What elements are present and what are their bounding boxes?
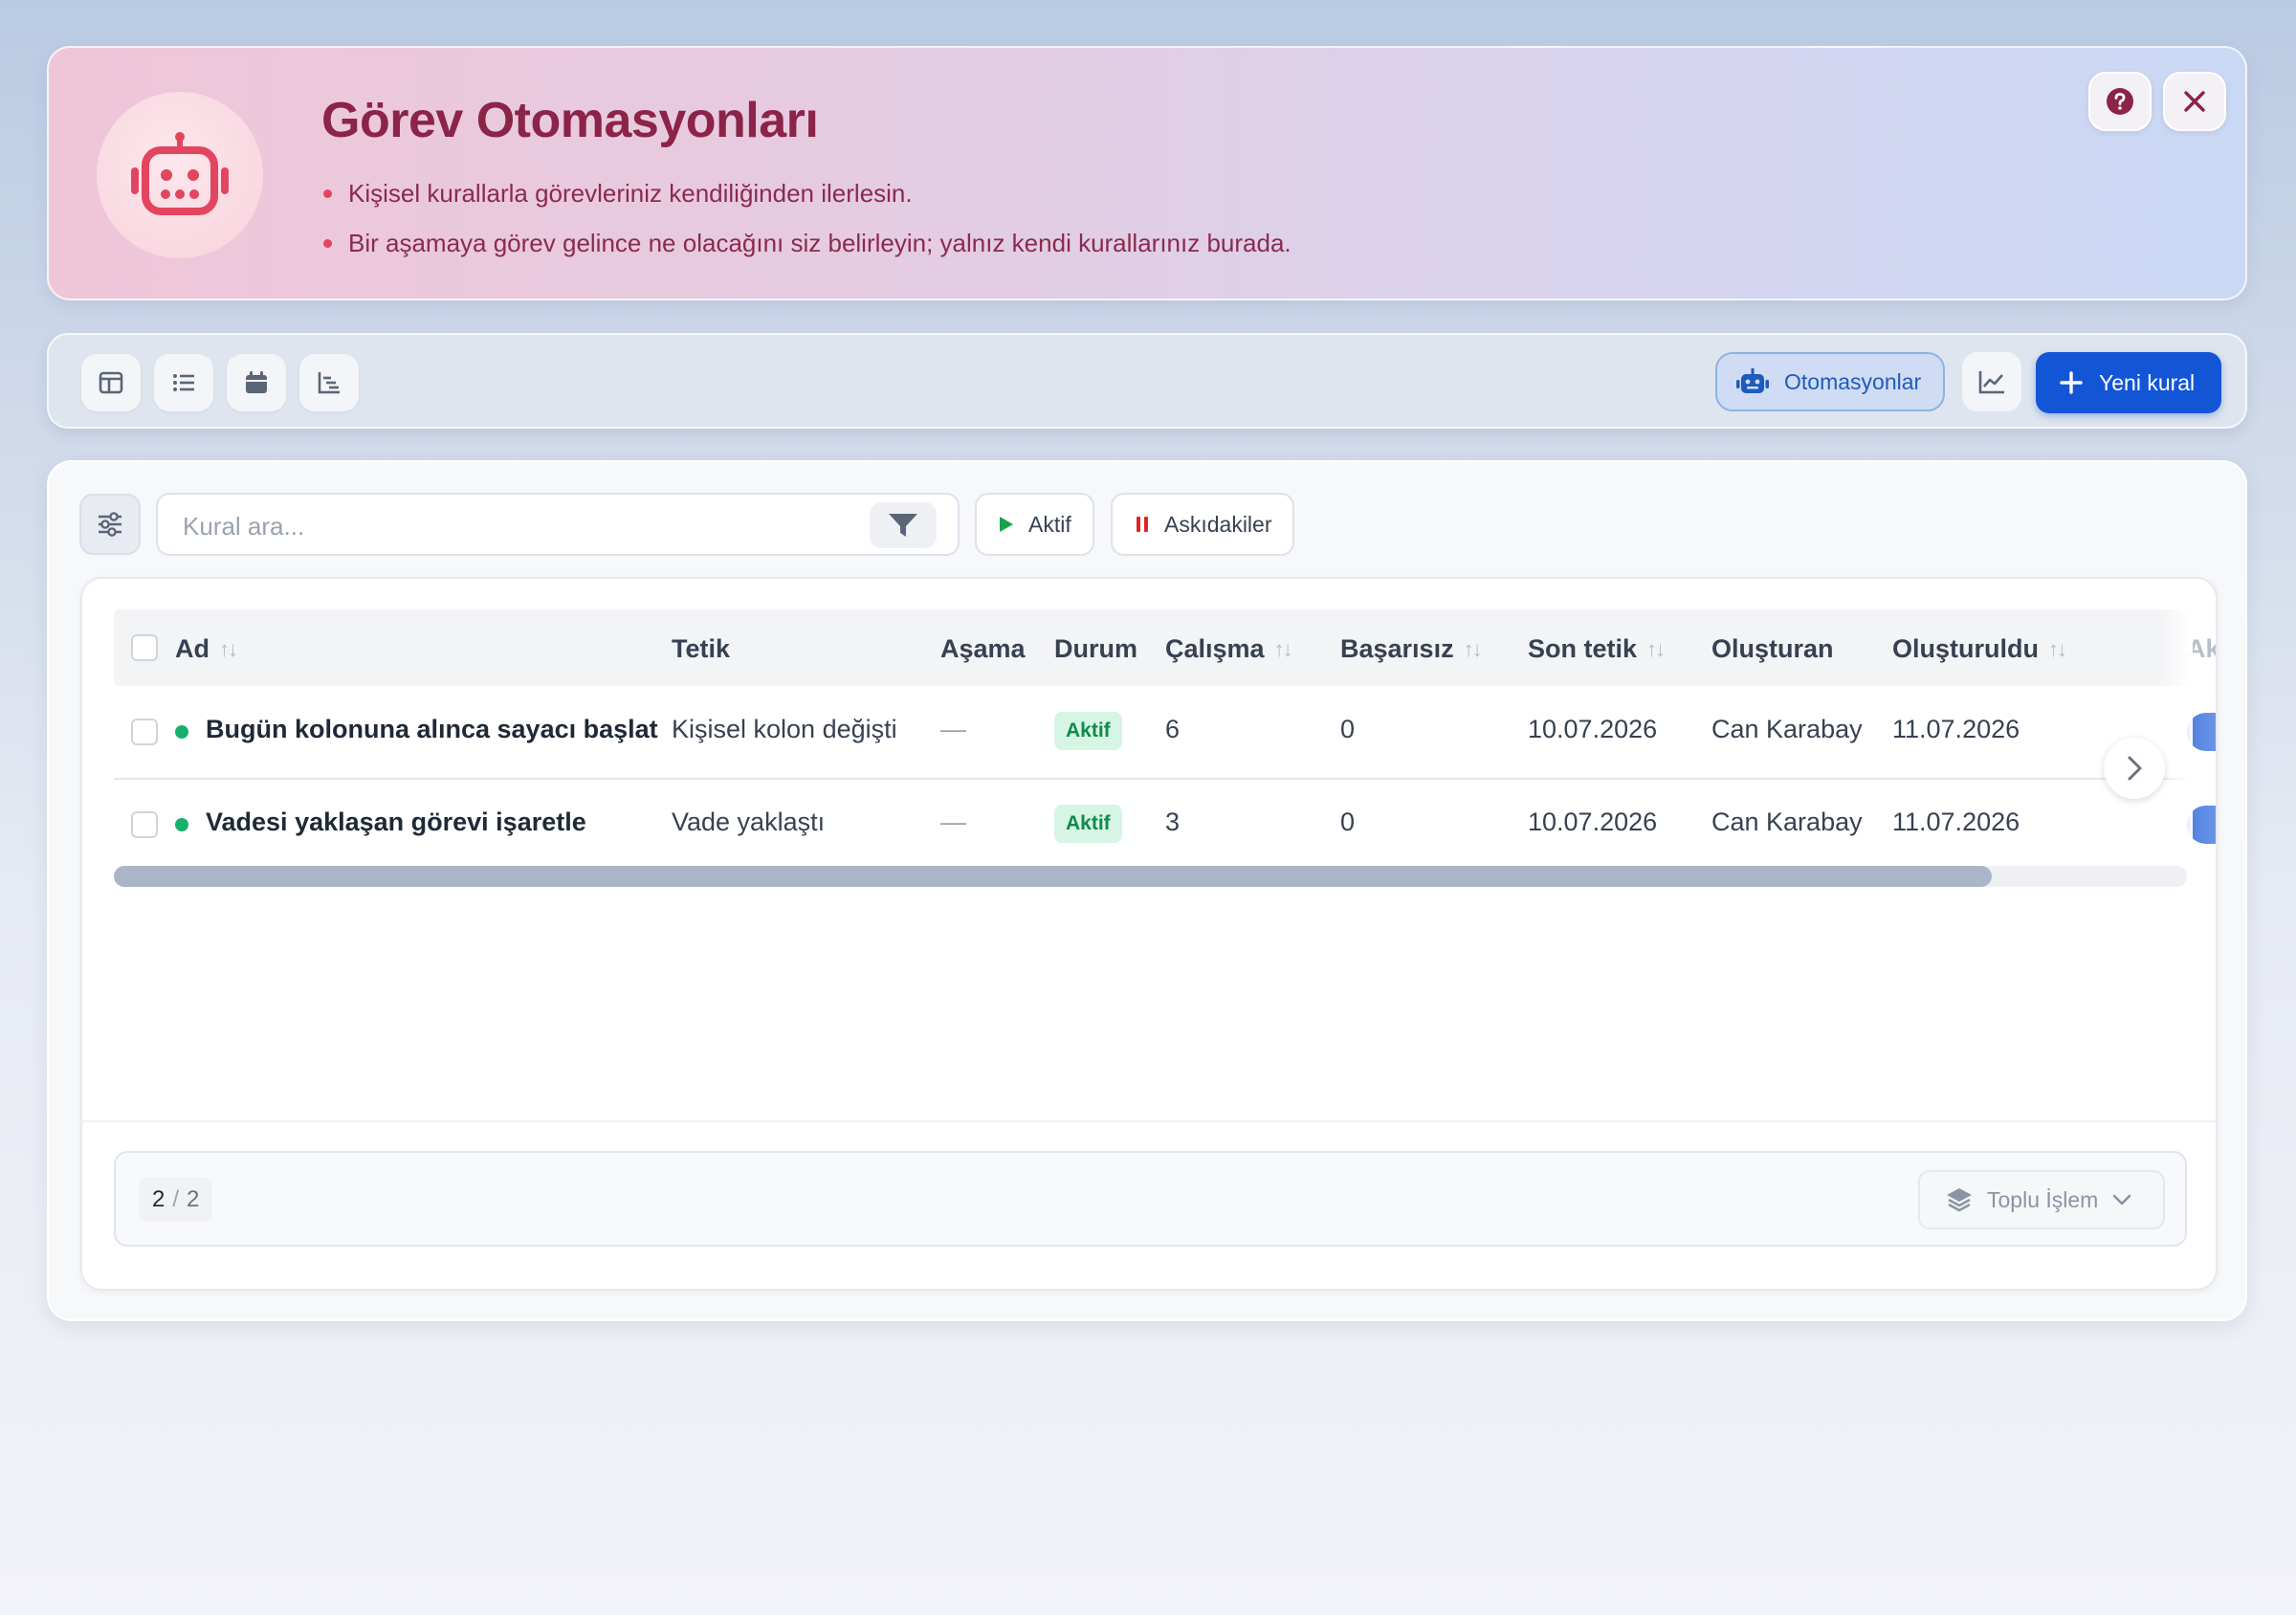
paused-filter-button[interactable]: Askıdakiler [1111, 493, 1295, 556]
sort-icon: ↑↓ [219, 636, 238, 661]
table-row[interactable]: Bugün kolonuna alınca sayacı başlat Kişi… [114, 686, 2216, 778]
chevron-down-icon [2113, 1194, 2131, 1206]
rule-name[interactable]: Vadesi yaklaşan görevi işaretle [206, 808, 586, 837]
board-view-button[interactable] [81, 354, 141, 411]
row-checkbox[interactable] [131, 719, 158, 745]
panel-divider [82, 1120, 2216, 1122]
rule-stage: — [940, 715, 966, 743]
plus-icon [2060, 371, 2083, 394]
count-separator: / [172, 1186, 180, 1212]
sort-icon: ↑↓ [1646, 636, 1666, 661]
rule-created-by: Can Karabay [1711, 808, 1863, 836]
column-header-failed[interactable]: Başarısız ↑↓ [1340, 634, 1483, 664]
calendar-view-button[interactable] [227, 354, 286, 411]
filter-button[interactable] [870, 502, 937, 548]
rule-name[interactable]: Bugün kolonuna alınca sayacı başlat [206, 715, 658, 744]
status-dot [175, 725, 188, 739]
column-header-runs[interactable]: Çalışma ↑↓ [1165, 634, 1293, 664]
funnel-icon [889, 514, 917, 537]
horizontal-scrollbar-thumb[interactable] [114, 866, 1992, 887]
overflow-fade [2158, 609, 2193, 858]
robot-avatar [97, 92, 263, 258]
banner-description: Kişisel kurallarla görevleriniz kendiliğ… [321, 168, 1292, 268]
column-header-created-at[interactable]: Oluşturuldu ↑↓ [1892, 634, 2067, 664]
robot-icon [131, 132, 229, 215]
layers-icon [1947, 1188, 1972, 1212]
help-icon [2107, 88, 2133, 115]
robot-icon [1736, 368, 1769, 393]
search-box [156, 493, 960, 556]
sliders-icon [99, 512, 121, 537]
rule-last-trigger: 10.07.2026 [1528, 715, 1658, 743]
rule-created-at: 11.07.2026 [1892, 715, 2020, 743]
total-count: 2 [187, 1186, 200, 1212]
sort-icon: ↑↓ [2047, 636, 2067, 661]
help-button[interactable] [2088, 72, 2152, 131]
column-header-last-trigger[interactable]: Son tetik ↑↓ [1528, 634, 1666, 664]
column-header-trigger: Tetik [672, 634, 731, 663]
banner-bullet: Kişisel kurallarla görevleriniz kendiliğ… [321, 168, 1292, 218]
search-input[interactable] [181, 508, 873, 544]
page-title: Görev Otomasyonları [321, 93, 819, 148]
timeline-view-button[interactable] [299, 354, 359, 411]
rules-table-panel: Ad ↑↓ Tetik Aşama Durum Çalışma ↑↓ Başar… [80, 577, 2218, 1291]
new-rule-button[interactable]: Yeni kural [2036, 352, 2221, 413]
chart-line-icon [1978, 371, 2004, 394]
rule-created-at: 11.07.2026 [1892, 808, 2020, 836]
board-view-icon [99, 371, 123, 394]
close-button[interactable] [2163, 72, 2226, 131]
active-filter-label: Aktif [1028, 511, 1071, 537]
play-icon [1000, 517, 1013, 532]
automations-label: Otomasyonlar [1784, 368, 1922, 394]
column-header-name[interactable]: Ad ↑↓ [175, 634, 238, 664]
rule-trigger: Kişisel kolon değişti [672, 715, 897, 743]
sort-icon: ↑↓ [1463, 636, 1483, 661]
rule-failed: 0 [1340, 808, 1356, 836]
row-checkbox[interactable] [131, 811, 158, 838]
select-all-checkbox[interactable] [131, 634, 158, 661]
rule-runs: 6 [1165, 715, 1181, 743]
calendar-view-icon [246, 371, 267, 393]
close-icon [2184, 91, 2205, 112]
rule-trigger: Vade yaklaştı [672, 808, 826, 836]
automations-button[interactable]: Otomasyonlar [1715, 352, 1945, 411]
bulk-action-dropdown[interactable]: Toplu İşlem [1918, 1170, 2165, 1229]
banner-bullet: Bir aşamaya görev gelince ne olacağını s… [321, 218, 1292, 268]
stats-button[interactable] [1962, 352, 2021, 411]
column-header-status: Durum [1054, 634, 1137, 663]
status-dot [175, 818, 188, 831]
bulk-action-label: Toplu İşlem [1987, 1186, 2099, 1212]
pause-icon [1137, 517, 1148, 532]
list-view-icon [173, 374, 194, 391]
sort-icon: ↑↓ [1273, 636, 1293, 661]
new-rule-label: Yeni kural [2099, 369, 2196, 395]
table-row[interactable]: Vadesi yaklaşan görevi işaretle Vade yak… [114, 779, 2216, 871]
automation-banner: Görev Otomasyonları Kişisel kurallarla g… [47, 46, 2247, 300]
list-view-button[interactable] [154, 354, 213, 411]
status-badge: Aktif [1054, 805, 1122, 843]
chevron-right-icon [2128, 756, 2142, 781]
rule-runs: 3 [1165, 808, 1181, 836]
shown-count: 2 [152, 1186, 166, 1212]
row-count: 2 / 2 [139, 1178, 213, 1222]
table-footer: 2 / 2 Toplu İşlem [114, 1151, 2187, 1247]
column-header-stage: Aşama [940, 634, 1026, 663]
scroll-right-button[interactable] [2104, 738, 2165, 799]
view-toolbar: Otomasyonlar Yeni kural [47, 333, 2247, 429]
active-filter-button[interactable]: Aktif [975, 493, 1094, 556]
rule-last-trigger: 10.07.2026 [1528, 808, 1658, 836]
table-header: Ad ↑↓ Tetik Aşama Durum Çalışma ↑↓ Başar… [114, 609, 2216, 686]
status-badge: Aktif [1054, 712, 1122, 750]
rules-card: Aktif Askıdakiler Ad ↑↓ Tetik Aşama Duru… [47, 460, 2247, 1321]
column-settings-button[interactable] [79, 494, 141, 555]
timeline-view-icon [318, 372, 340, 394]
column-header-created-by: Oluşturan [1711, 634, 1834, 663]
rule-failed: 0 [1340, 715, 1356, 743]
rule-stage: — [940, 808, 966, 836]
paused-filter-label: Askıdakiler [1164, 511, 1272, 537]
rule-created-by: Can Karabay [1711, 715, 1863, 743]
